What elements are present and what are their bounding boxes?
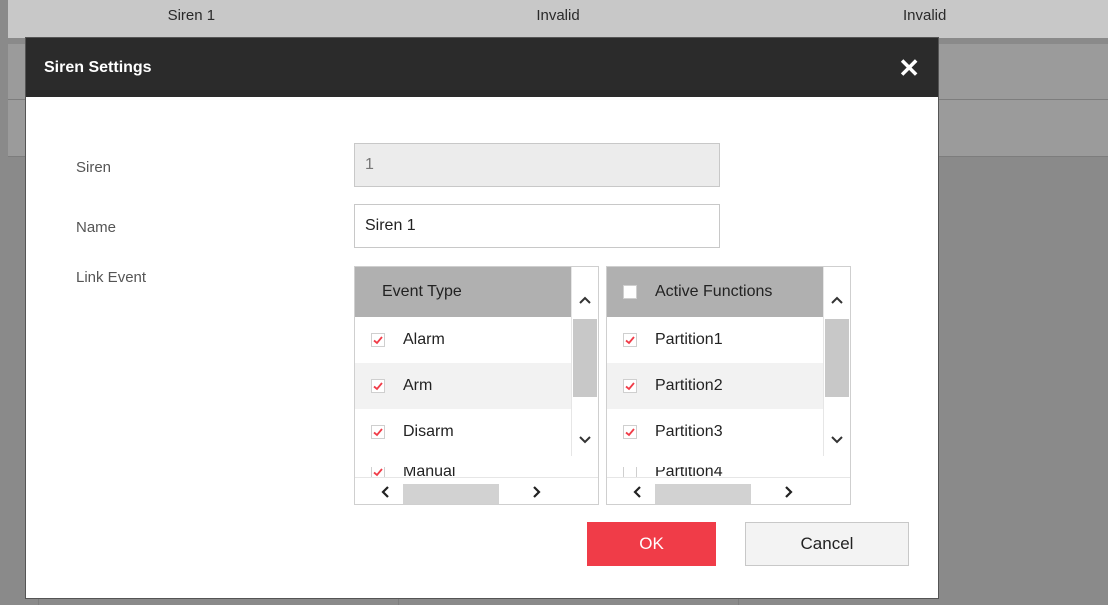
select-all-checkbox[interactable] [623,285,637,299]
list-item[interactable]: Arm [355,363,572,409]
active-functions-header-label: Active Functions [655,283,773,300]
ok-button[interactable]: OK [587,522,716,566]
event-type-header: Event Type [355,267,572,317]
horizontal-scrollbar[interactable] [355,477,598,504]
table-header: Siren 1 Invalid Invalid [8,0,1108,38]
checkbox[interactable] [623,425,637,439]
chevron-up-icon[interactable] [830,293,844,307]
chevron-down-icon[interactable] [830,433,844,447]
siren-label: Siren [76,159,112,176]
name-label: Name [76,219,117,236]
list-item[interactable]: Partition2 [607,363,824,409]
scroll-thumb[interactable] [825,319,849,397]
list-item-label: Partition2 [655,377,723,394]
table-header-cell: Siren 1 [167,7,216,24]
list-item-label: Alarm [403,331,445,348]
siren-number-field[interactable] [354,143,720,187]
chevron-down-icon[interactable] [578,433,592,447]
list-item-label: Arm [403,377,433,394]
chevron-right-icon[interactable] [781,485,795,499]
checkbox[interactable] [623,379,637,393]
siren-settings-dialog: Siren Settings ✕ Siren Name Link Event E… [26,38,938,598]
event-type-header-label: Event Type [382,283,462,300]
list-item-label: Partition3 [655,423,723,440]
table-header-cell: Invalid [536,7,580,24]
scroll-thumb[interactable] [573,319,597,397]
list-item[interactable]: Disarm [355,409,572,455]
vertical-scrollbar[interactable] [571,267,598,456]
horizontal-scrollbar[interactable] [607,477,850,504]
list-item[interactable]: Partition1 [607,317,824,363]
chevron-left-icon[interactable] [379,485,393,499]
event-type-list[interactable]: Event Type Alarm Arm Disarm Manual [354,266,599,505]
checkbox[interactable] [371,333,385,347]
scroll-thumb[interactable] [655,484,751,504]
name-field[interactable] [354,204,720,248]
chevron-right-icon[interactable] [529,485,543,499]
list-item-label: Partition1 [655,331,723,348]
active-functions-list[interactable]: Active Functions Partition1 Partition2 P… [606,266,851,505]
chevron-up-icon[interactable] [578,293,592,307]
scroll-thumb[interactable] [403,484,499,504]
list-item-label: Disarm [403,423,454,440]
dialog-title: Siren Settings [44,58,152,76]
close-icon[interactable]: ✕ [898,55,920,81]
checkbox[interactable] [371,379,385,393]
list-item[interactable]: Alarm [355,317,572,363]
cancel-button[interactable]: Cancel [745,522,909,566]
active-functions-header: Active Functions [607,267,824,317]
link-event-label: Link Event [76,269,147,286]
checkbox[interactable] [623,333,637,347]
dialog-header: Siren Settings ✕ [26,38,938,97]
chevron-left-icon[interactable] [631,485,645,499]
table-header-cell: Invalid [903,7,947,24]
checkbox[interactable] [371,425,385,439]
list-item[interactable]: Partition3 [607,409,824,455]
vertical-scrollbar[interactable] [823,267,850,456]
